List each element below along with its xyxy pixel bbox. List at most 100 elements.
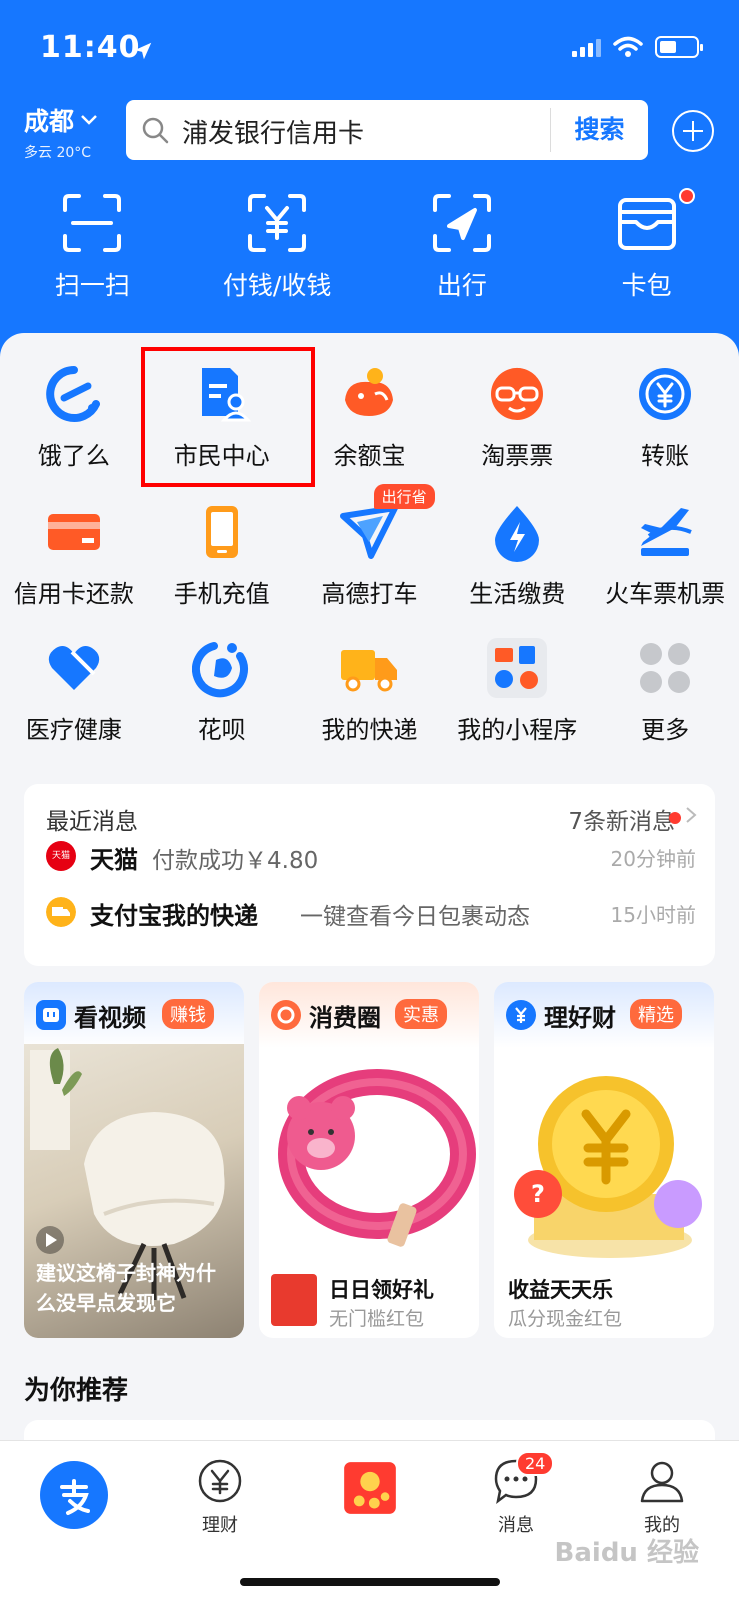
app-credit-card[interactable]: 信用卡还款 — [0, 502, 148, 609]
search-icon — [142, 117, 169, 144]
unread-dot — [669, 812, 681, 824]
app-grid-row-1: 饿了么 市民中心 余额宝 淘票票 转账 — [0, 364, 739, 471]
message-row[interactable]: 天猫 天猫 付款成功￥4.80 20分钟前 — [46, 836, 696, 876]
app-yuebao[interactable]: 余额宝 — [296, 364, 444, 471]
utility-icon — [495, 506, 540, 562]
tab-promo[interactable] — [310, 1455, 430, 1521]
mini-programs-icon — [487, 638, 548, 698]
tab-messages[interactable]: 24 消息 — [456, 1451, 576, 1537]
app-eleme[interactable]: 饿了么 — [0, 364, 148, 471]
new-messages-count[interactable]: 7条新消息 — [568, 802, 675, 836]
gold-coin-image[interactable]: ? — [494, 1044, 714, 1274]
card-badge: 精选 — [630, 999, 682, 1029]
video-icon — [36, 1000, 66, 1030]
card-badge: 赚钱 — [162, 999, 214, 1029]
wealth-card[interactable]: 理好财 精选 ? 收益天天乐 瓜分现金红包 — [494, 982, 714, 1338]
credit-card-icon — [47, 514, 100, 550]
pay-receive-button[interactable]: 付钱/收钱 — [185, 190, 370, 302]
tab-profile[interactable]: 我的 — [602, 1455, 722, 1537]
app-grid-row-3: 医疗健康 花呗 我的快递 我的小程序 更多 — [0, 638, 739, 745]
yuebao-icon — [345, 368, 394, 416]
recent-messages-card[interactable]: 最近消息 7条新消息 天猫 天猫 付款成功￥4.80 20分钟前 支付宝我的快递… — [24, 784, 715, 966]
amap-taxi-icon — [340, 505, 399, 559]
chevron-right-icon[interactable] — [685, 806, 697, 824]
card-caption-sub: 无门槛红包 — [329, 1308, 425, 1330]
more-grid-icon — [640, 643, 691, 693]
phone-recharge-icon — [205, 506, 238, 558]
video-card[interactable]: 看视频 赚钱 建议这椅子封神为什 么没早点发现它 — [24, 982, 244, 1338]
status-time: 11:40 — [40, 30, 141, 65]
card-wallet-icon — [617, 198, 676, 250]
taopiaopiao-icon — [491, 368, 544, 420]
message-row[interactable]: 支付宝我的快递 一键查看今日包裹动态 15小时前 — [46, 892, 696, 932]
add-plus-icon[interactable] — [672, 110, 714, 152]
app-mini-programs[interactable]: 我的小程序 — [443, 638, 591, 745]
consumption-card[interactable]: 消费圈 实惠 日日领好礼 无门槛红包 — [259, 982, 479, 1338]
profile-icon — [640, 1461, 684, 1503]
huabei-icon — [191, 642, 248, 698]
app-phone-recharge[interactable]: 手机充值 — [148, 502, 296, 609]
promo-red-packet-icon — [344, 1462, 396, 1514]
message-source: 支付宝我的快递 — [90, 902, 258, 930]
app-train-plane[interactable]: 火车票机票 — [591, 502, 739, 609]
search-bar[interactable]: 浦发银行信用卡 搜索 — [126, 100, 648, 160]
delivery-avatar-icon — [46, 897, 76, 927]
promo-badge: 出行省 — [373, 484, 435, 509]
video-thumbnail[interactable]: 建议这椅子封神为什 么没早点发现它 — [24, 1044, 244, 1338]
search-input[interactable]: 浦发银行信用卡 — [182, 113, 364, 150]
delivery-truck-icon — [341, 650, 398, 692]
wifi-icon — [613, 36, 643, 57]
transfer-icon — [639, 368, 692, 420]
tab-home[interactable] — [40, 1461, 108, 1529]
cellular-signal-icon — [572, 37, 601, 57]
message-source: 天猫 — [90, 846, 138, 874]
card-caption-title: 日日领好礼 — [329, 1278, 434, 1302]
app-my-delivery[interactable]: 我的快递 — [296, 638, 444, 745]
app-utility[interactable]: 生活缴费 — [443, 502, 591, 609]
product-image[interactable] — [259, 1044, 479, 1274]
video-caption: 建议这椅子封神为什 么没早点发现它 — [36, 1261, 216, 1315]
yuan-icon — [506, 1000, 536, 1030]
app-grid-row-2: 信用卡还款 手机充值 出行省 高德打车 生活缴费 火车票机票 — [0, 484, 739, 609]
app-transfer[interactable]: 转账 — [591, 364, 739, 471]
chevron-down-icon — [81, 115, 97, 125]
message-time: 20分钟前 — [610, 847, 696, 871]
highlight-box — [141, 347, 315, 487]
wealth-icon — [198, 1459, 242, 1503]
header: 11:40 成都 多云 20°C 浦发银行信用卡 搜索 扫一扫 付钱/收钱 出行… — [0, 0, 739, 380]
app-huabei[interactable]: 花呗 — [148, 638, 296, 745]
search-button[interactable]: 搜索 — [551, 100, 648, 160]
city-name: 成都 — [24, 107, 75, 136]
recommend-title: 为你推荐 — [24, 1376, 129, 1406]
scan-button[interactable]: 扫一扫 — [0, 190, 185, 302]
message-count-badge: 24 — [516, 1451, 555, 1476]
weather-text: 多云 20°C — [24, 145, 92, 161]
health-icon — [48, 646, 100, 690]
location-arrow-icon — [134, 42, 152, 60]
app-taopiaopiao[interactable]: 淘票票 — [443, 364, 591, 471]
app-health[interactable]: 医疗健康 — [0, 638, 148, 745]
card-title: 看视频 — [74, 1004, 146, 1032]
tab-wealth[interactable]: 理财 — [160, 1455, 280, 1537]
messages-title: 最近消息 — [46, 809, 138, 835]
top-actions: 扫一扫 付钱/收钱 出行 卡包 — [0, 188, 739, 302]
tab-bar: 理财 24 消息 我的 — [0, 1440, 739, 1600]
alipay-home-icon — [60, 1479, 90, 1515]
message-time: 15小时前 — [610, 903, 696, 927]
consumption-icon — [271, 1000, 301, 1030]
train-plane-icon — [641, 508, 692, 556]
card-wallet-button[interactable]: 卡包 — [554, 188, 739, 302]
card-caption-title: 收益天天乐 — [508, 1278, 613, 1302]
message-text: 一键查看今日包裹动态 — [300, 904, 530, 930]
city-selector[interactable]: 成都 多云 20°C — [24, 102, 98, 162]
travel-icon — [432, 194, 491, 252]
app-amap-taxi[interactable]: 出行省 高德打车 — [296, 484, 444, 609]
card-title: 理好财 — [544, 1004, 616, 1032]
app-more[interactable]: 更多 — [591, 638, 739, 745]
home-indicator — [240, 1578, 500, 1586]
travel-button[interactable]: 出行 — [370, 190, 555, 302]
svg-text:?: ? — [531, 1180, 545, 1208]
card-caption-sub: 瓜分现金红包 — [508, 1308, 623, 1330]
message-text: 付款成功￥4.80 — [152, 848, 319, 874]
status-bar: 11:40 — [40, 28, 703, 68]
